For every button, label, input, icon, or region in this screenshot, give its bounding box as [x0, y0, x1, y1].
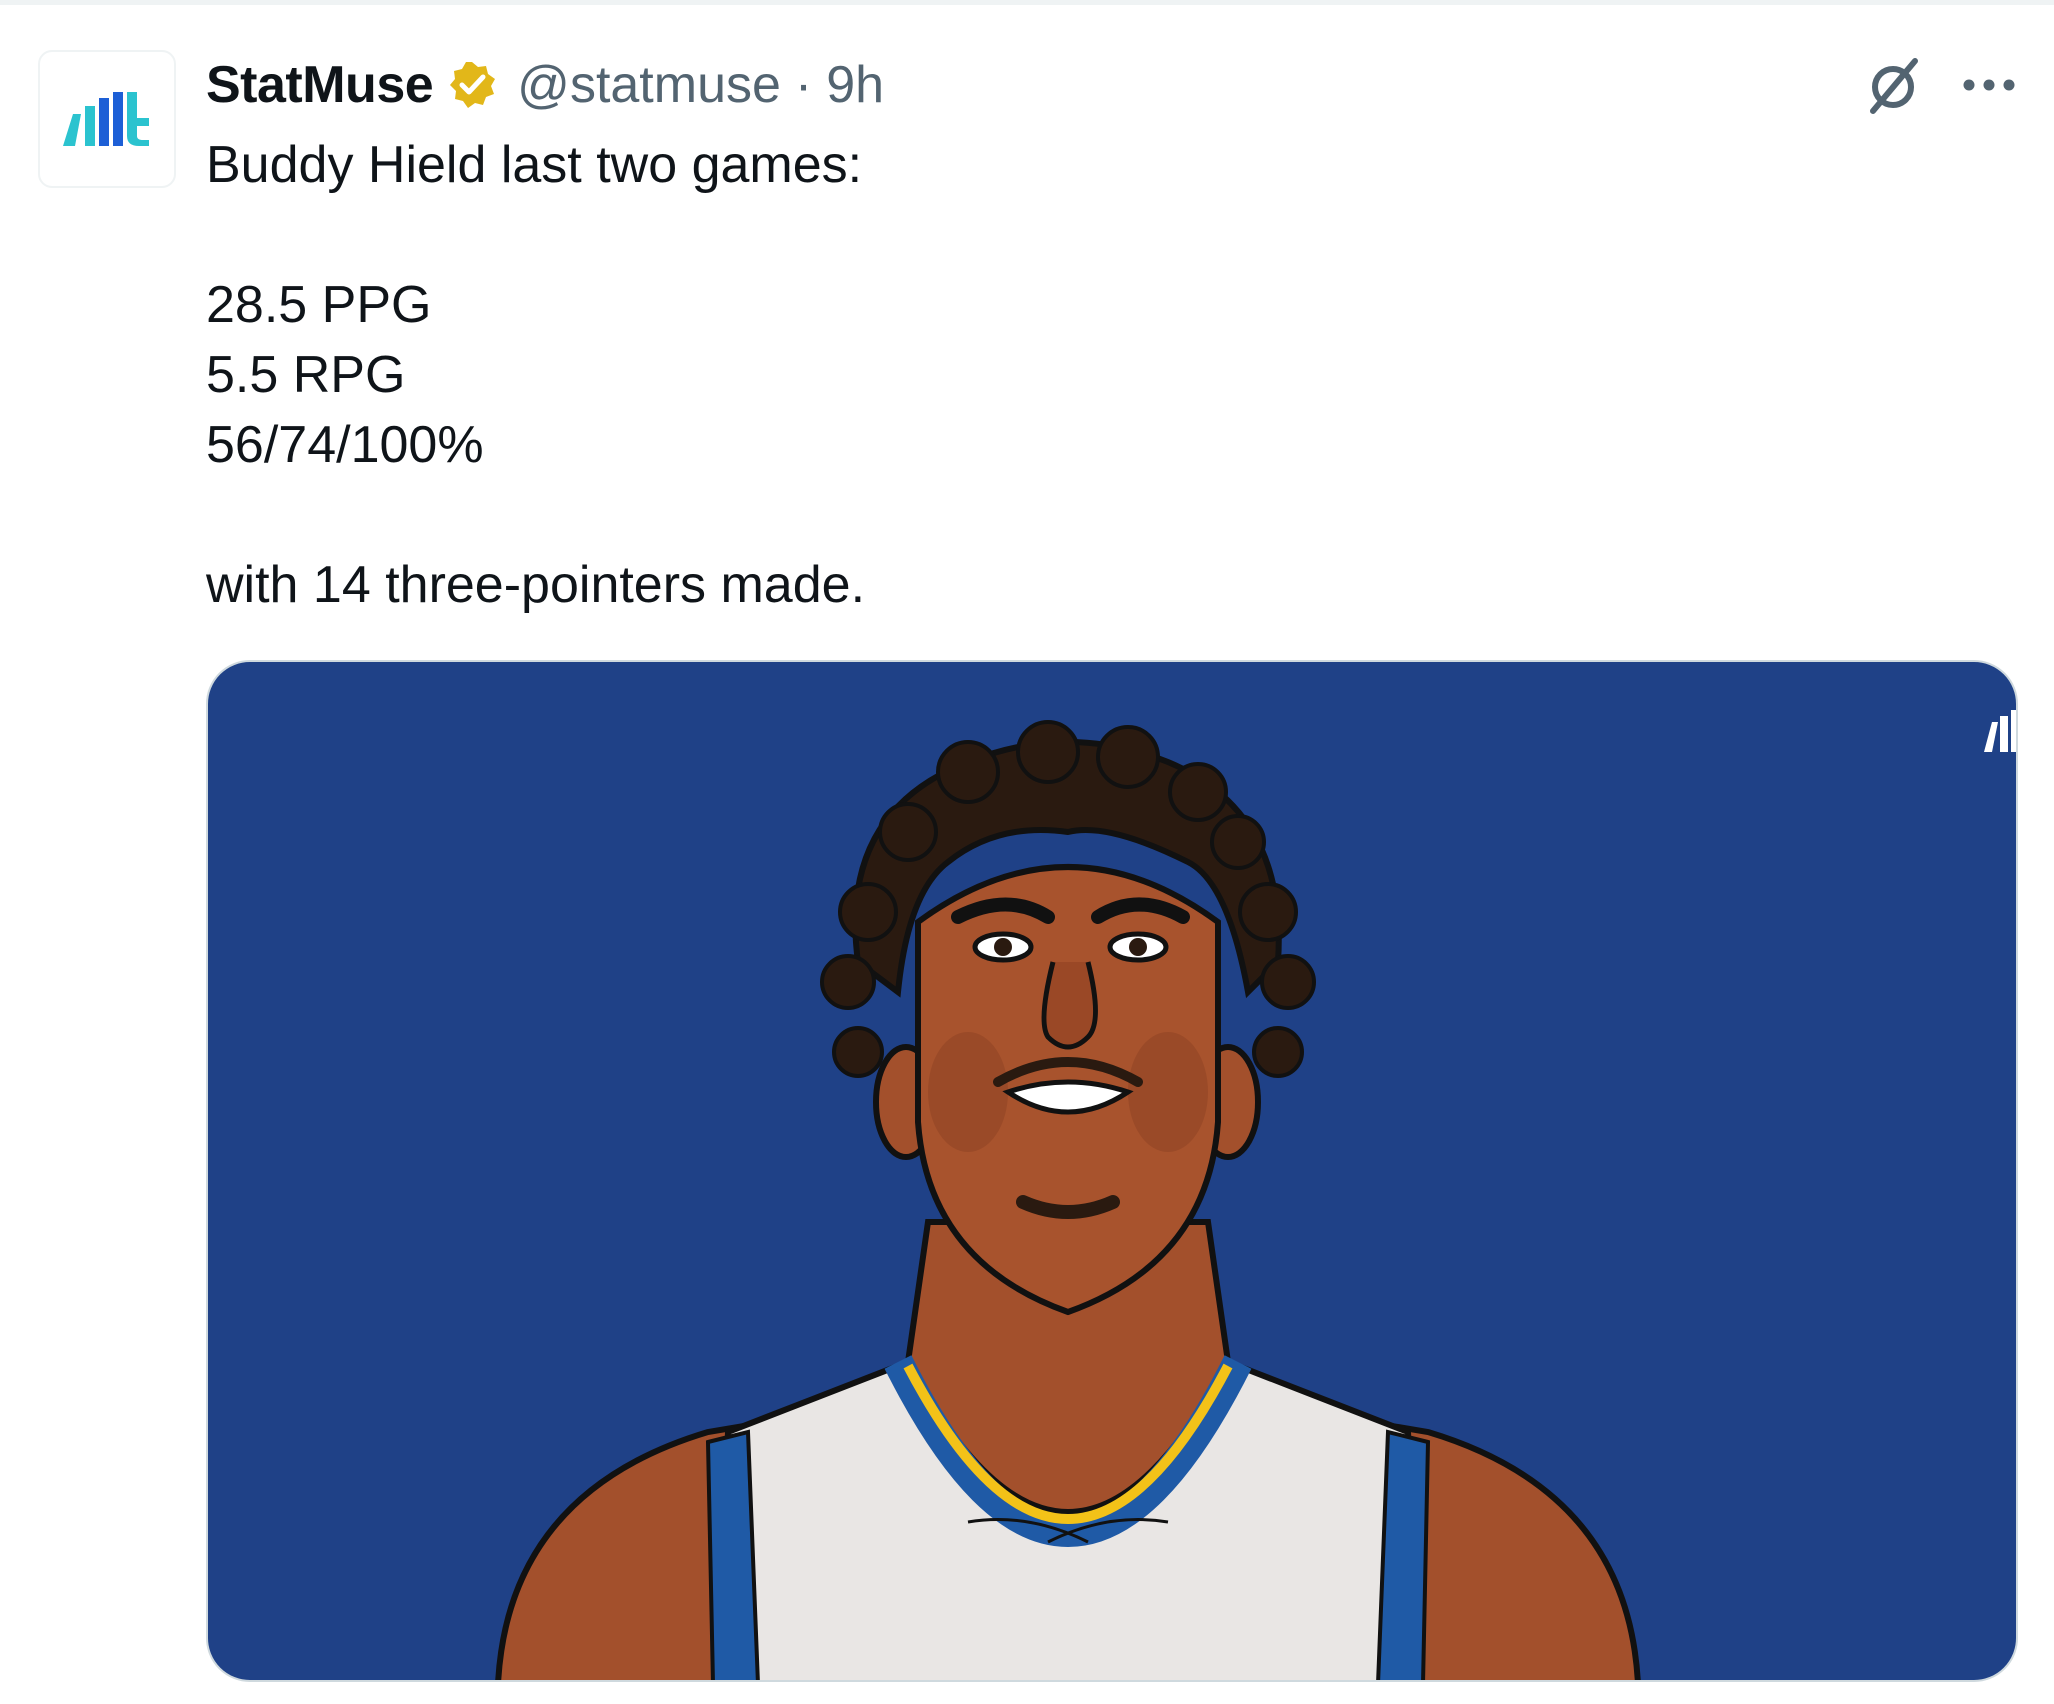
more-button[interactable]	[1954, 52, 2024, 118]
display-name[interactable]: StatMuse	[206, 55, 434, 115]
tweet-text: Buddy Hield last two games: 28.5 PPG 5.5…	[206, 130, 2006, 620]
top-divider	[0, 0, 2054, 5]
timestamp[interactable]: 9h	[826, 55, 884, 115]
separator-dot: ·	[794, 56, 813, 114]
grok-button[interactable]	[1860, 52, 1926, 118]
statmuse-logo-icon	[63, 92, 149, 146]
verified-badge-icon[interactable]	[447, 60, 497, 110]
tweet-line: 28.5 PPG	[206, 276, 432, 334]
more-icon	[1963, 79, 2015, 91]
media-image[interactable]: statmuse	[206, 660, 2018, 1682]
tweet-line: 56/74/100%	[206, 416, 484, 474]
tweet-header: StatMuse @statmuse · 9h	[206, 52, 884, 118]
jersey-stripe-right	[1376, 1429, 1431, 1680]
avatar[interactable]	[38, 50, 176, 188]
player-illustration	[495, 720, 1641, 1680]
tweet-line: 5.5 RPG	[206, 346, 406, 404]
tweet-line: Buddy Hield last two games:	[206, 136, 863, 194]
statmuse-logo-icon: statmuse	[1984, 710, 2016, 752]
tweet-line: with 14 three-pointers made.	[206, 556, 866, 614]
grok-icon	[1870, 58, 1918, 114]
handle[interactable]: @statmuse	[517, 55, 781, 115]
jersey-stripe-left	[705, 1429, 760, 1680]
